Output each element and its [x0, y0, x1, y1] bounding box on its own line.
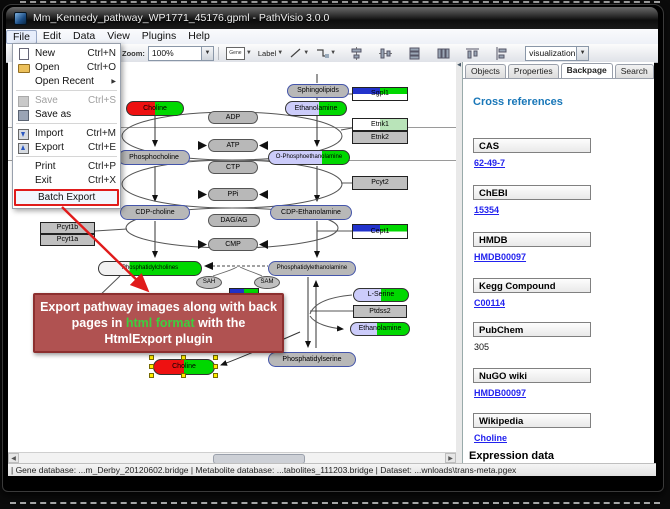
side-panel-tabs: Objects Properties Backpage Search Legen… — [463, 64, 654, 78]
new-page-icon — [16, 48, 31, 59]
visualization-dropdown-icon[interactable]: ▼ — [576, 47, 588, 60]
side-panel: Objects Properties Backpage Search Legen… — [462, 62, 654, 463]
menu-separator — [16, 156, 117, 157]
align-center-y-button[interactable] — [378, 46, 393, 60]
app-icon — [14, 12, 27, 25]
menu-separator — [16, 90, 117, 91]
align-center-x-button[interactable] — [349, 46, 364, 60]
line-tool-button[interactable]: ▼ — [288, 46, 310, 60]
open-folder-icon — [16, 62, 31, 73]
file-menu-import[interactable]: ImportCtrl+M — [13, 126, 120, 140]
zoom-combobox[interactable]: 100% ▼ — [148, 46, 214, 61]
tab-properties[interactable]: Properties — [508, 64, 559, 78]
connector-icon — [315, 47, 329, 59]
menu-plugins[interactable]: Plugins — [136, 30, 182, 43]
file-menu-open[interactable]: OpenCtrl+O — [13, 60, 120, 74]
cross-references-heading: Cross references — [473, 96, 563, 108]
stack-vertical-button[interactable] — [407, 46, 422, 60]
menu-help[interactable]: Help — [182, 30, 216, 43]
connector-tool-button[interactable]: ▼ — [314, 46, 337, 60]
stack-vertical-icon — [408, 47, 421, 60]
xref-header-hmdb: HMDB — [473, 232, 591, 247]
file-menu: NewCtrl+N OpenCtrl+O Open Recent▶ SaveCt… — [12, 43, 121, 209]
xref-link-nugo[interactable]: HMDB00097 — [474, 388, 526, 398]
toolbar-separator — [218, 47, 219, 60]
visualization-value: visualization — [526, 48, 576, 58]
menu-view[interactable]: View — [101, 30, 136, 43]
align-top-button[interactable] — [465, 46, 480, 60]
menu-separator — [16, 123, 117, 124]
xref-header-wikipedia: Wikipedia — [473, 413, 591, 428]
file-menu-new[interactable]: NewCtrl+N — [13, 46, 120, 60]
save-icon — [16, 95, 31, 106]
callout-line-2: pages in html format with the — [35, 315, 282, 331]
stack-horizontal-icon — [437, 47, 450, 60]
expression-data-heading: Expression data — [469, 450, 554, 462]
align-left-icon — [495, 47, 508, 60]
menu-edit[interactable]: Edit — [37, 30, 67, 43]
bottom-artifact-line — [10, 502, 660, 504]
menu-file[interactable]: File — [6, 30, 37, 44]
menu-data[interactable]: Data — [67, 30, 101, 43]
tab-backpage[interactable]: Backpage — [561, 63, 613, 79]
tab-objects[interactable]: Objects — [465, 64, 506, 78]
xref-header-chebi: ChEBI — [473, 185, 591, 200]
file-menu-batch-export[interactable]: Batch Export — [14, 189, 119, 206]
align-center-y-icon — [379, 47, 392, 60]
add-label-button[interactable]: Label ▼ — [257, 46, 284, 60]
callout-line-1: Export pathway images along with back — [35, 299, 282, 315]
add-gene-button[interactable]: Gene ▼ — [225, 46, 253, 60]
title-bar[interactable]: Mm_Kennedy_pathway_WP1771_45176.gpml - P… — [6, 7, 658, 29]
tab-search[interactable]: Search — [615, 64, 654, 78]
align-left-button[interactable] — [494, 46, 509, 60]
submenu-arrow-icon: ▶ — [111, 78, 116, 85]
tab-divider — [463, 78, 654, 79]
import-icon — [16, 128, 31, 139]
status-bar: | Gene database: ...m_Derby_20120602.bri… — [8, 463, 656, 476]
xref-link-hmdb[interactable]: HMDB00097 — [474, 252, 526, 262]
file-menu-exit[interactable]: ExitCtrl+X — [13, 173, 120, 187]
xref-link-cas[interactable]: 62-49-7 — [474, 158, 505, 168]
line-icon — [289, 47, 302, 59]
scroll-left-icon[interactable]: ◀ — [8, 453, 19, 463]
xref-link-chebi[interactable]: 15354 — [474, 205, 499, 215]
xref-header-kegg: Kegg Compound — [473, 278, 591, 293]
xref-header-nugo: NuGO wiki — [473, 368, 591, 383]
xref-link-kegg[interactable]: C00114 — [474, 298, 505, 308]
align-center-x-icon — [350, 47, 363, 60]
file-menu-save[interactable]: SaveCtrl+S — [13, 93, 120, 107]
scroll-right-icon[interactable]: ▶ — [445, 453, 456, 463]
save-as-icon — [16, 109, 31, 120]
xref-link-wikipedia[interactable]: Choline — [474, 433, 507, 443]
file-menu-open-recent[interactable]: Open Recent▶ — [13, 74, 120, 88]
file-menu-print[interactable]: PrintCtrl+P — [13, 159, 120, 173]
xref-header-pubchem: PubChem — [473, 322, 591, 337]
window-title: Mm_Kennedy_pathway_WP1771_45176.gpml - P… — [33, 12, 329, 24]
stack-horizontal-button[interactable] — [436, 46, 451, 60]
xref-value-pubchem: 305 — [474, 342, 489, 352]
visualization-combobox[interactable]: visualization ▼ — [525, 46, 589, 61]
callout-line-3: HtmlExport plugin — [35, 331, 282, 347]
callout-highlight: html format — [126, 316, 195, 330]
gene-node-icon: Gene — [226, 47, 245, 60]
xref-header-cas: CAS — [473, 138, 591, 153]
file-menu-export[interactable]: ExportCtrl+E — [13, 140, 120, 154]
label-tool-text: Label — [258, 49, 276, 58]
zoom-value: 100% — [149, 48, 201, 58]
annotation-callout: Export pathway images along with back pa… — [33, 293, 284, 353]
zoom-dropdown-icon[interactable]: ▼ — [201, 47, 213, 60]
zoom-label: Zoom: — [122, 49, 145, 58]
screenshot-root: Mm_Kennedy_pathway_WP1771_45176.gpml - P… — [0, 0, 670, 509]
export-icon — [16, 142, 31, 153]
top-artifact-line — [20, 1, 660, 3]
file-menu-save-as[interactable]: Save as — [13, 107, 120, 121]
align-top-icon — [466, 47, 479, 60]
